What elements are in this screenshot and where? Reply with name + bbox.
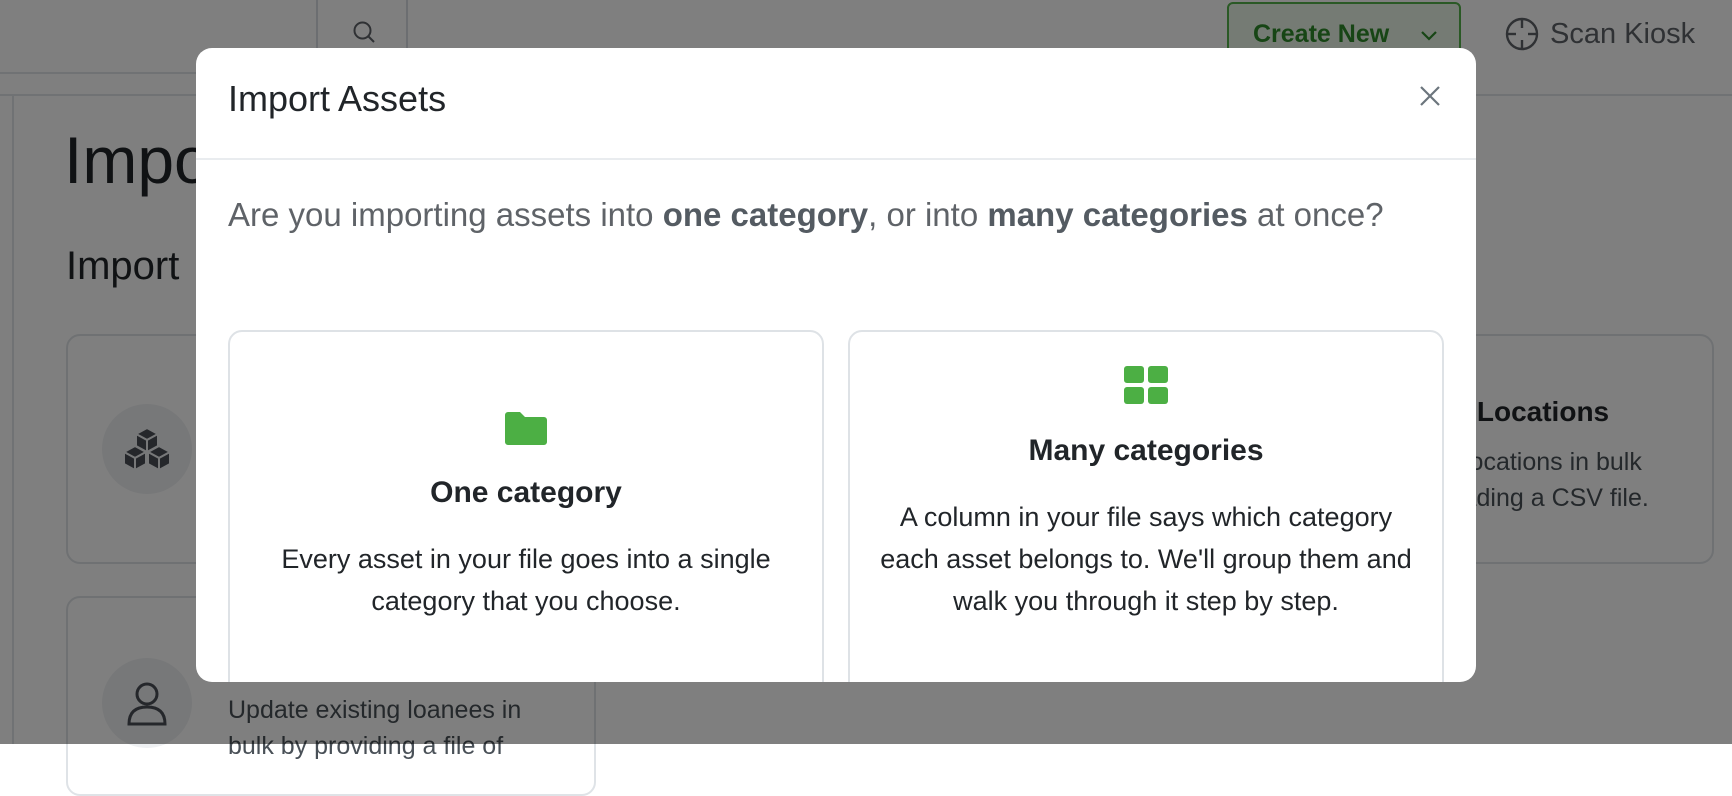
option-icon — [850, 366, 1442, 404]
option-title: One category — [430, 476, 622, 509]
question-emphasis: one category — [662, 196, 869, 233]
question-text: Are you importing assets into — [228, 196, 663, 233]
option-many-categories[interactable]: Many categories A column in your file sa… — [848, 330, 1444, 682]
close-button[interactable] — [1412, 78, 1448, 114]
option-one-category[interactable]: One category Every asset in your file go… — [228, 330, 824, 682]
modal-header: Import Assets — [196, 48, 1476, 160]
option-description: Every asset in your file goes into a sin… — [281, 544, 771, 616]
option-icon — [230, 410, 822, 446]
option-description: A column in your file says which categor… — [880, 502, 1412, 616]
question-text: at once? — [1247, 196, 1384, 233]
folder-icon — [505, 412, 547, 445]
question-text: , or into — [868, 196, 988, 233]
option-title: Many categories — [1028, 434, 1264, 467]
question-emphasis: many categories — [987, 196, 1248, 233]
modal-title: Import Assets — [228, 78, 447, 119]
import-question: Are you importing assets into one catego… — [228, 196, 1384, 234]
close-icon — [1420, 86, 1440, 106]
grid-icon — [1124, 366, 1168, 404]
import-assets-modal: Import Assets Are you importing assets i… — [196, 48, 1476, 682]
